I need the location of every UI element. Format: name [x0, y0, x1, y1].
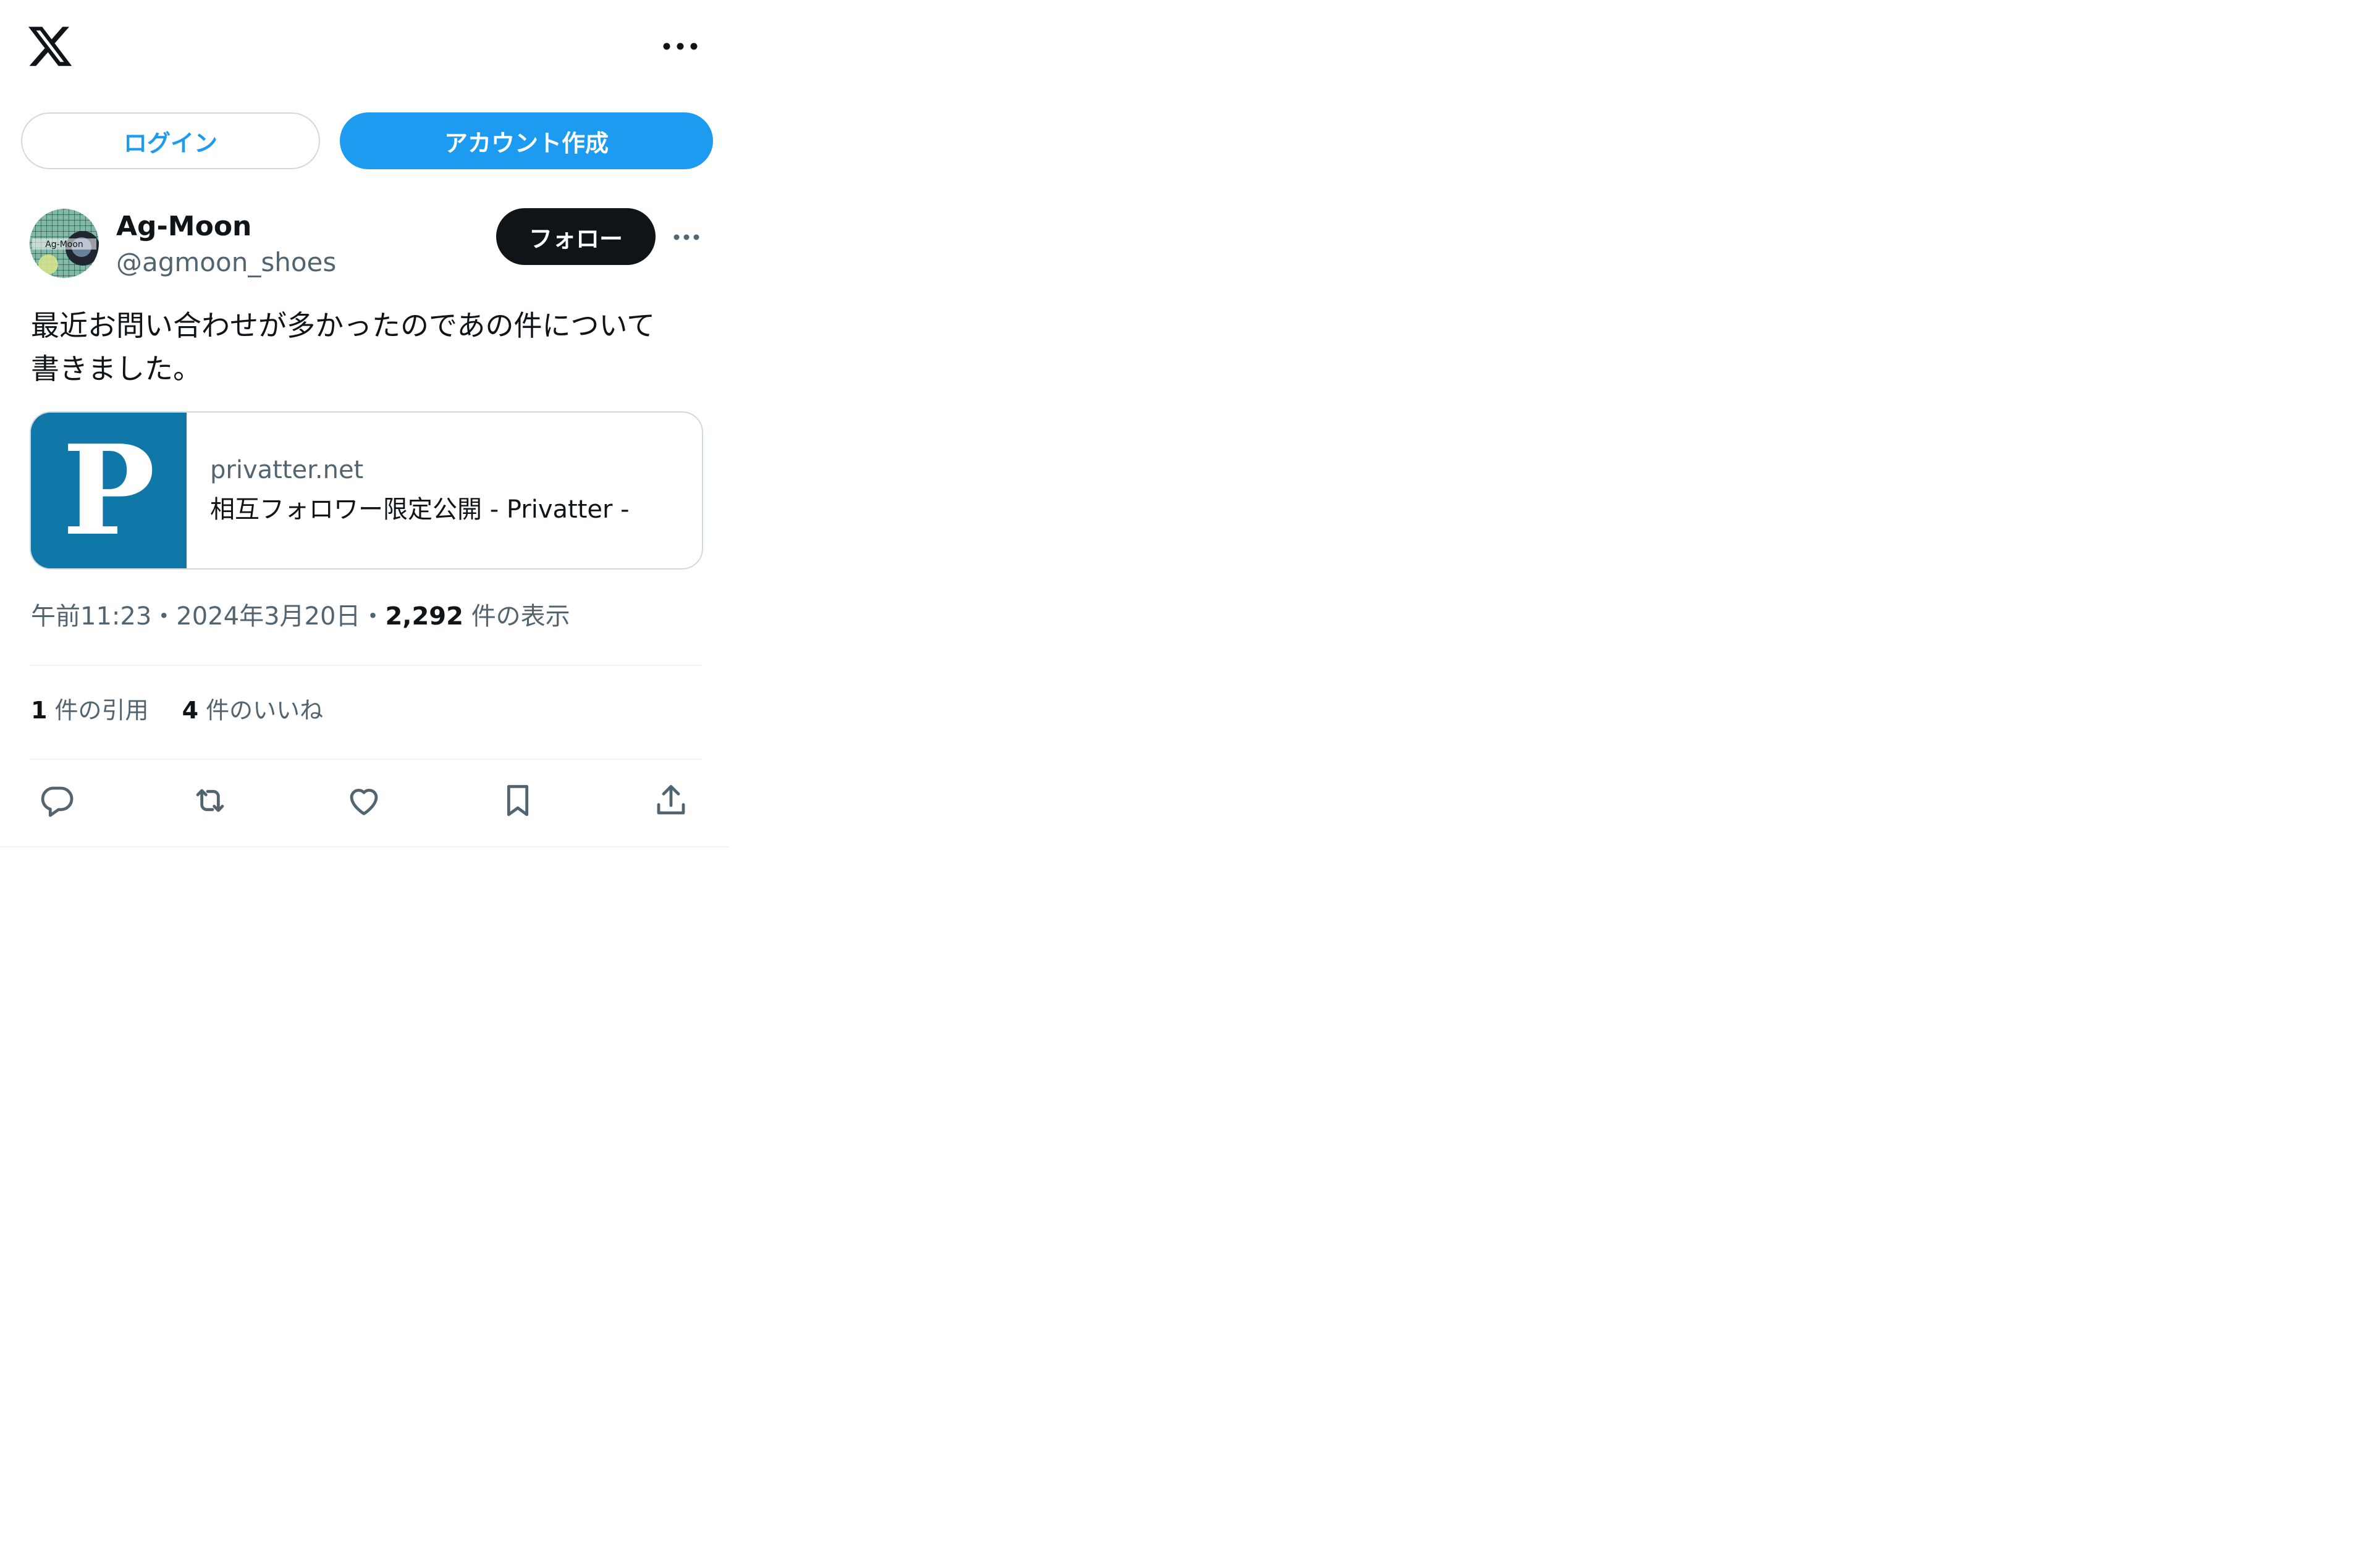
auth-buttons: ログイン アカウント作成	[0, 112, 729, 169]
post-time[interactable]: 午前11:23	[31, 602, 151, 631]
create-account-button[interactable]: アカウント作成	[340, 112, 713, 169]
card-thumbnail: P	[31, 413, 187, 568]
views-count: 2,292	[385, 602, 463, 631]
quotes-label: 件の引用	[54, 697, 149, 724]
card-title: 相互フォロワー限定公開 - Privatter -	[210, 495, 630, 524]
like-icon[interactable]	[344, 781, 384, 820]
post-meta: 午前11:23・2024年3月20日・2,292 件の表示	[31, 599, 570, 634]
follow-button[interactable]: フォロー	[496, 208, 656, 265]
meta-separator: ・	[151, 602, 177, 631]
post-date[interactable]: 2024年3月20日	[176, 602, 360, 631]
post-stats: 1 件の引用 4 件のいいね	[31, 693, 357, 728]
author-display-name[interactable]: Ag-Moon	[116, 209, 251, 245]
link-card[interactable]: P privatter.net 相互フォロワー限定公開 - Privatter …	[30, 411, 703, 570]
login-button[interactable]: ログイン	[21, 112, 320, 169]
views-label: 件の表示	[471, 602, 570, 631]
author-handle[interactable]: @agmoon_shoes	[116, 245, 336, 280]
tweet-text: 最近お問い合わせが多かったのであの件について 書きました。	[31, 309, 656, 385]
post-more-icon[interactable]	[671, 226, 702, 248]
card-thumb-letter: P	[62, 418, 155, 563]
quotes-stat[interactable]: 1 件の引用	[31, 693, 149, 728]
x-logo-icon[interactable]	[26, 22, 74, 70]
likes-label: 件のいいね	[206, 697, 324, 724]
likes-stat[interactable]: 4 件のいいね	[182, 693, 324, 728]
divider	[30, 759, 702, 760]
reply-icon[interactable]	[37, 781, 77, 820]
divider	[30, 665, 702, 666]
more-horizontal-icon[interactable]	[658, 34, 703, 59]
repost-icon[interactable]	[190, 781, 230, 820]
bookmark-icon[interactable]	[498, 781, 538, 820]
avatar-text: Ag-Moon	[45, 240, 83, 250]
likes-count: 4	[182, 697, 199, 724]
top-bar	[0, 0, 729, 93]
action-bar	[0, 776, 729, 825]
meta-separator: ・	[360, 602, 386, 631]
quotes-count: 1	[31, 697, 48, 724]
avatar[interactable]: Ag-Moon	[30, 209, 99, 278]
share-icon[interactable]	[651, 781, 691, 820]
card-domain: privatter.net	[210, 456, 364, 484]
page: ログイン アカウント作成 Ag-Moon Ag-Moon @agmoon_sho…	[0, 0, 729, 847]
